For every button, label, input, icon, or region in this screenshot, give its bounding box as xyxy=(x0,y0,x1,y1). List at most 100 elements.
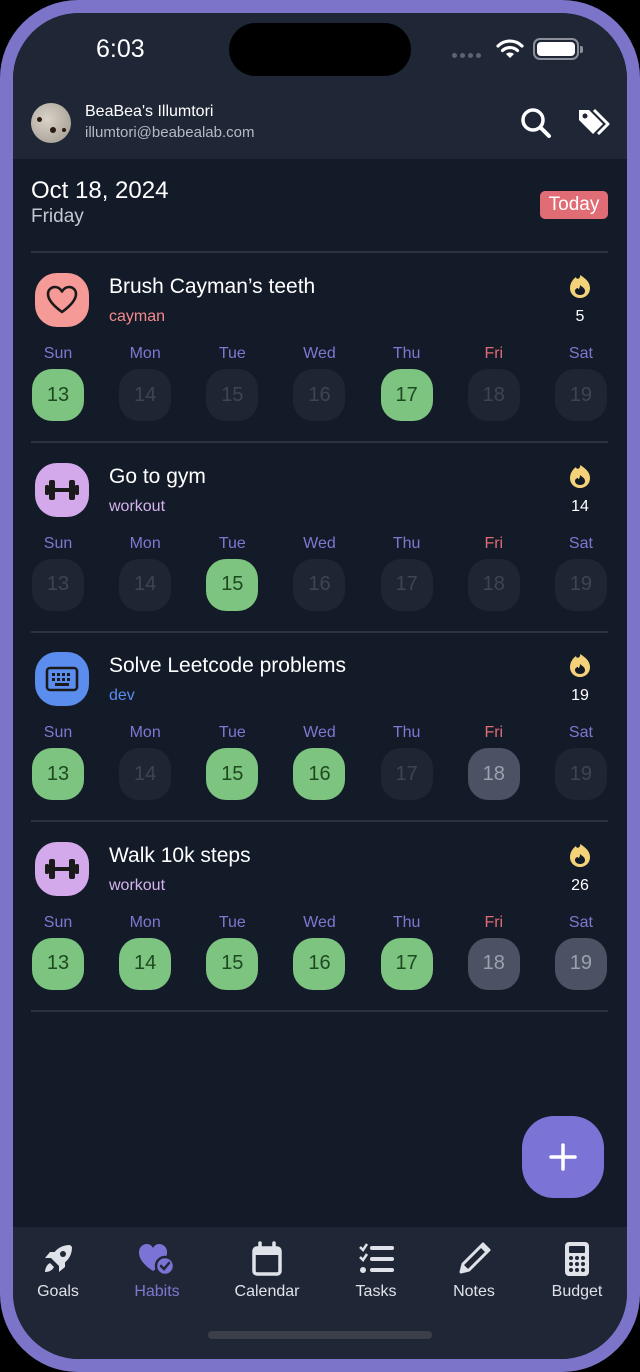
day-column: Sat 19 xyxy=(554,914,608,990)
habit-icon-badge xyxy=(35,841,89,896)
day-cell-empty[interactable]: 19 xyxy=(554,369,607,421)
day-label: Sun xyxy=(43,913,73,931)
day-label: Mon xyxy=(129,345,161,362)
habit-tag: workout xyxy=(109,876,166,894)
day-cell-done[interactable]: 16 xyxy=(293,748,346,800)
habit-title: Go to gym xyxy=(109,464,206,488)
home-indicator[interactable] xyxy=(208,1331,432,1339)
day-cell-done[interactable]: 16 xyxy=(293,937,346,990)
heart-icon xyxy=(45,283,79,317)
day-label: Wed xyxy=(303,345,336,362)
streak-count: 5 xyxy=(575,308,585,325)
habit-tag: cayman xyxy=(109,308,166,325)
flame-icon xyxy=(570,843,590,867)
nav-label: Goals xyxy=(37,1283,79,1300)
screen: 6:03 BeaBea's Illumtori illumtori@beabea… xyxy=(13,13,627,1359)
dynamic-island xyxy=(229,23,411,76)
day-cell-empty[interactable]: 18 xyxy=(467,558,520,611)
status-time: 6:03 xyxy=(96,35,145,63)
day-cell-done[interactable]: 15 xyxy=(206,748,259,800)
day-cell-done[interactable]: 17 xyxy=(380,369,433,421)
bottom-nav: Goals Habits Calendar Tasks Notes Budget xyxy=(13,1227,627,1359)
day-label: Wed xyxy=(303,913,336,931)
current-weekday: Friday xyxy=(31,206,84,227)
add-habit-button[interactable] xyxy=(522,1116,604,1198)
day-cell-empty[interactable]: 14 xyxy=(119,558,172,611)
habit-title: Brush Cayman’s teeth xyxy=(109,275,316,298)
habit-card[interactable]: Brush Cayman’s teeth cayman 5 Sun 13 Mon… xyxy=(31,253,608,442)
day-column: Thu 17 xyxy=(380,914,434,990)
search-icon xyxy=(521,108,551,138)
day-cell-pending[interactable]: 19 xyxy=(554,937,607,990)
habit-card[interactable]: Solve Leetcode problems dev 19 Sun 13 Mo… xyxy=(31,632,608,821)
streak-counter: 19 xyxy=(562,652,598,705)
day-cell-empty[interactable]: 17 xyxy=(380,558,433,611)
day-column: Mon 14 xyxy=(118,345,172,421)
nav-budget[interactable]: Budget xyxy=(532,1241,622,1301)
day-label: Sat xyxy=(568,534,593,552)
day-cell-done[interactable]: 15 xyxy=(206,558,259,611)
day-label: Sat xyxy=(568,345,593,362)
day-column: Thu 17 xyxy=(380,724,434,800)
habit-tag: workout xyxy=(109,497,166,515)
dumbbell-icon xyxy=(44,852,80,886)
today-button[interactable]: Today xyxy=(540,191,608,219)
day-label: Sun xyxy=(43,724,73,741)
day-label: Wed xyxy=(303,724,336,741)
flame-icon xyxy=(570,654,590,677)
day-label: Fri xyxy=(484,724,504,741)
day-cell-empty[interactable]: 14 xyxy=(119,369,172,421)
day-column: Fri 18 xyxy=(467,345,521,421)
streak-count: 26 xyxy=(571,876,589,894)
search-button[interactable] xyxy=(518,105,554,141)
day-cell-done[interactable]: 17 xyxy=(380,937,433,990)
flame-icon xyxy=(570,275,590,298)
day-cell-empty[interactable]: 16 xyxy=(293,558,346,611)
day-cell-done[interactable]: 13 xyxy=(32,369,84,421)
day-column: Thu 17 xyxy=(380,535,434,611)
day-cell-empty[interactable]: 13 xyxy=(32,558,84,611)
keyboard-icon xyxy=(44,664,80,694)
streak-count: 19 xyxy=(571,687,589,704)
dumbbell-icon xyxy=(44,473,80,507)
checklist-icon xyxy=(359,1243,394,1273)
day-label: Thu xyxy=(392,534,421,552)
day-cell-empty[interactable]: 16 xyxy=(293,369,346,421)
tags-button[interactable] xyxy=(576,105,612,141)
day-label: Mon xyxy=(129,724,161,741)
habit-card[interactable]: Walk 10k steps workout 26 Sun 13 Mon 14 … xyxy=(31,822,608,1011)
user-email: illumtori@beabealab.com xyxy=(85,124,255,141)
day-label: Wed xyxy=(303,534,336,552)
rocket-icon xyxy=(45,1245,72,1272)
day-column: Mon 14 xyxy=(118,535,172,611)
nav-goals[interactable]: Goals xyxy=(13,1241,103,1301)
day-cell-empty[interactable]: 14 xyxy=(119,748,172,800)
day-cell-done[interactable]: 13 xyxy=(32,937,84,990)
week-days-row: Sun 13 Mon 14 Tue 15 Wed 16 Thu 17 Fri 1… xyxy=(31,535,608,611)
habit-card[interactable]: Go to gym workout 14 Sun 13 Mon 14 Tue 1… xyxy=(31,443,608,632)
day-cell-pending[interactable]: 18 xyxy=(467,937,520,990)
day-cell-done[interactable]: 15 xyxy=(206,937,259,990)
day-column: Wed 16 xyxy=(292,724,346,800)
plus-icon xyxy=(549,1143,577,1171)
current-date: Oct 18, 2024 xyxy=(31,177,169,204)
day-column: Fri 18 xyxy=(467,914,521,990)
nav-calendar[interactable]: Calendar xyxy=(222,1241,312,1301)
nav-tasks[interactable]: Tasks xyxy=(331,1241,421,1301)
avatar[interactable] xyxy=(31,103,71,143)
pencil-icon xyxy=(459,1242,491,1274)
day-cell-empty[interactable]: 17 xyxy=(380,748,433,800)
streak-counter: 26 xyxy=(562,842,598,895)
user-name: BeaBea's Illumtori xyxy=(85,103,214,120)
day-cell-empty[interactable]: 15 xyxy=(206,369,259,421)
day-cell-done[interactable]: 14 xyxy=(119,937,172,990)
day-column: Mon 14 xyxy=(118,914,172,990)
nav-notes[interactable]: Notes xyxy=(429,1241,519,1301)
day-cell-done[interactable]: 13 xyxy=(32,748,84,800)
day-cell-pending[interactable]: 18 xyxy=(467,748,520,800)
day-cell-empty[interactable]: 18 xyxy=(467,369,520,421)
day-cell-empty[interactable]: 19 xyxy=(554,748,607,800)
day-cell-empty[interactable]: 19 xyxy=(554,558,607,611)
day-label: Tue xyxy=(218,913,246,931)
nav-habits[interactable]: Habits xyxy=(112,1241,202,1301)
